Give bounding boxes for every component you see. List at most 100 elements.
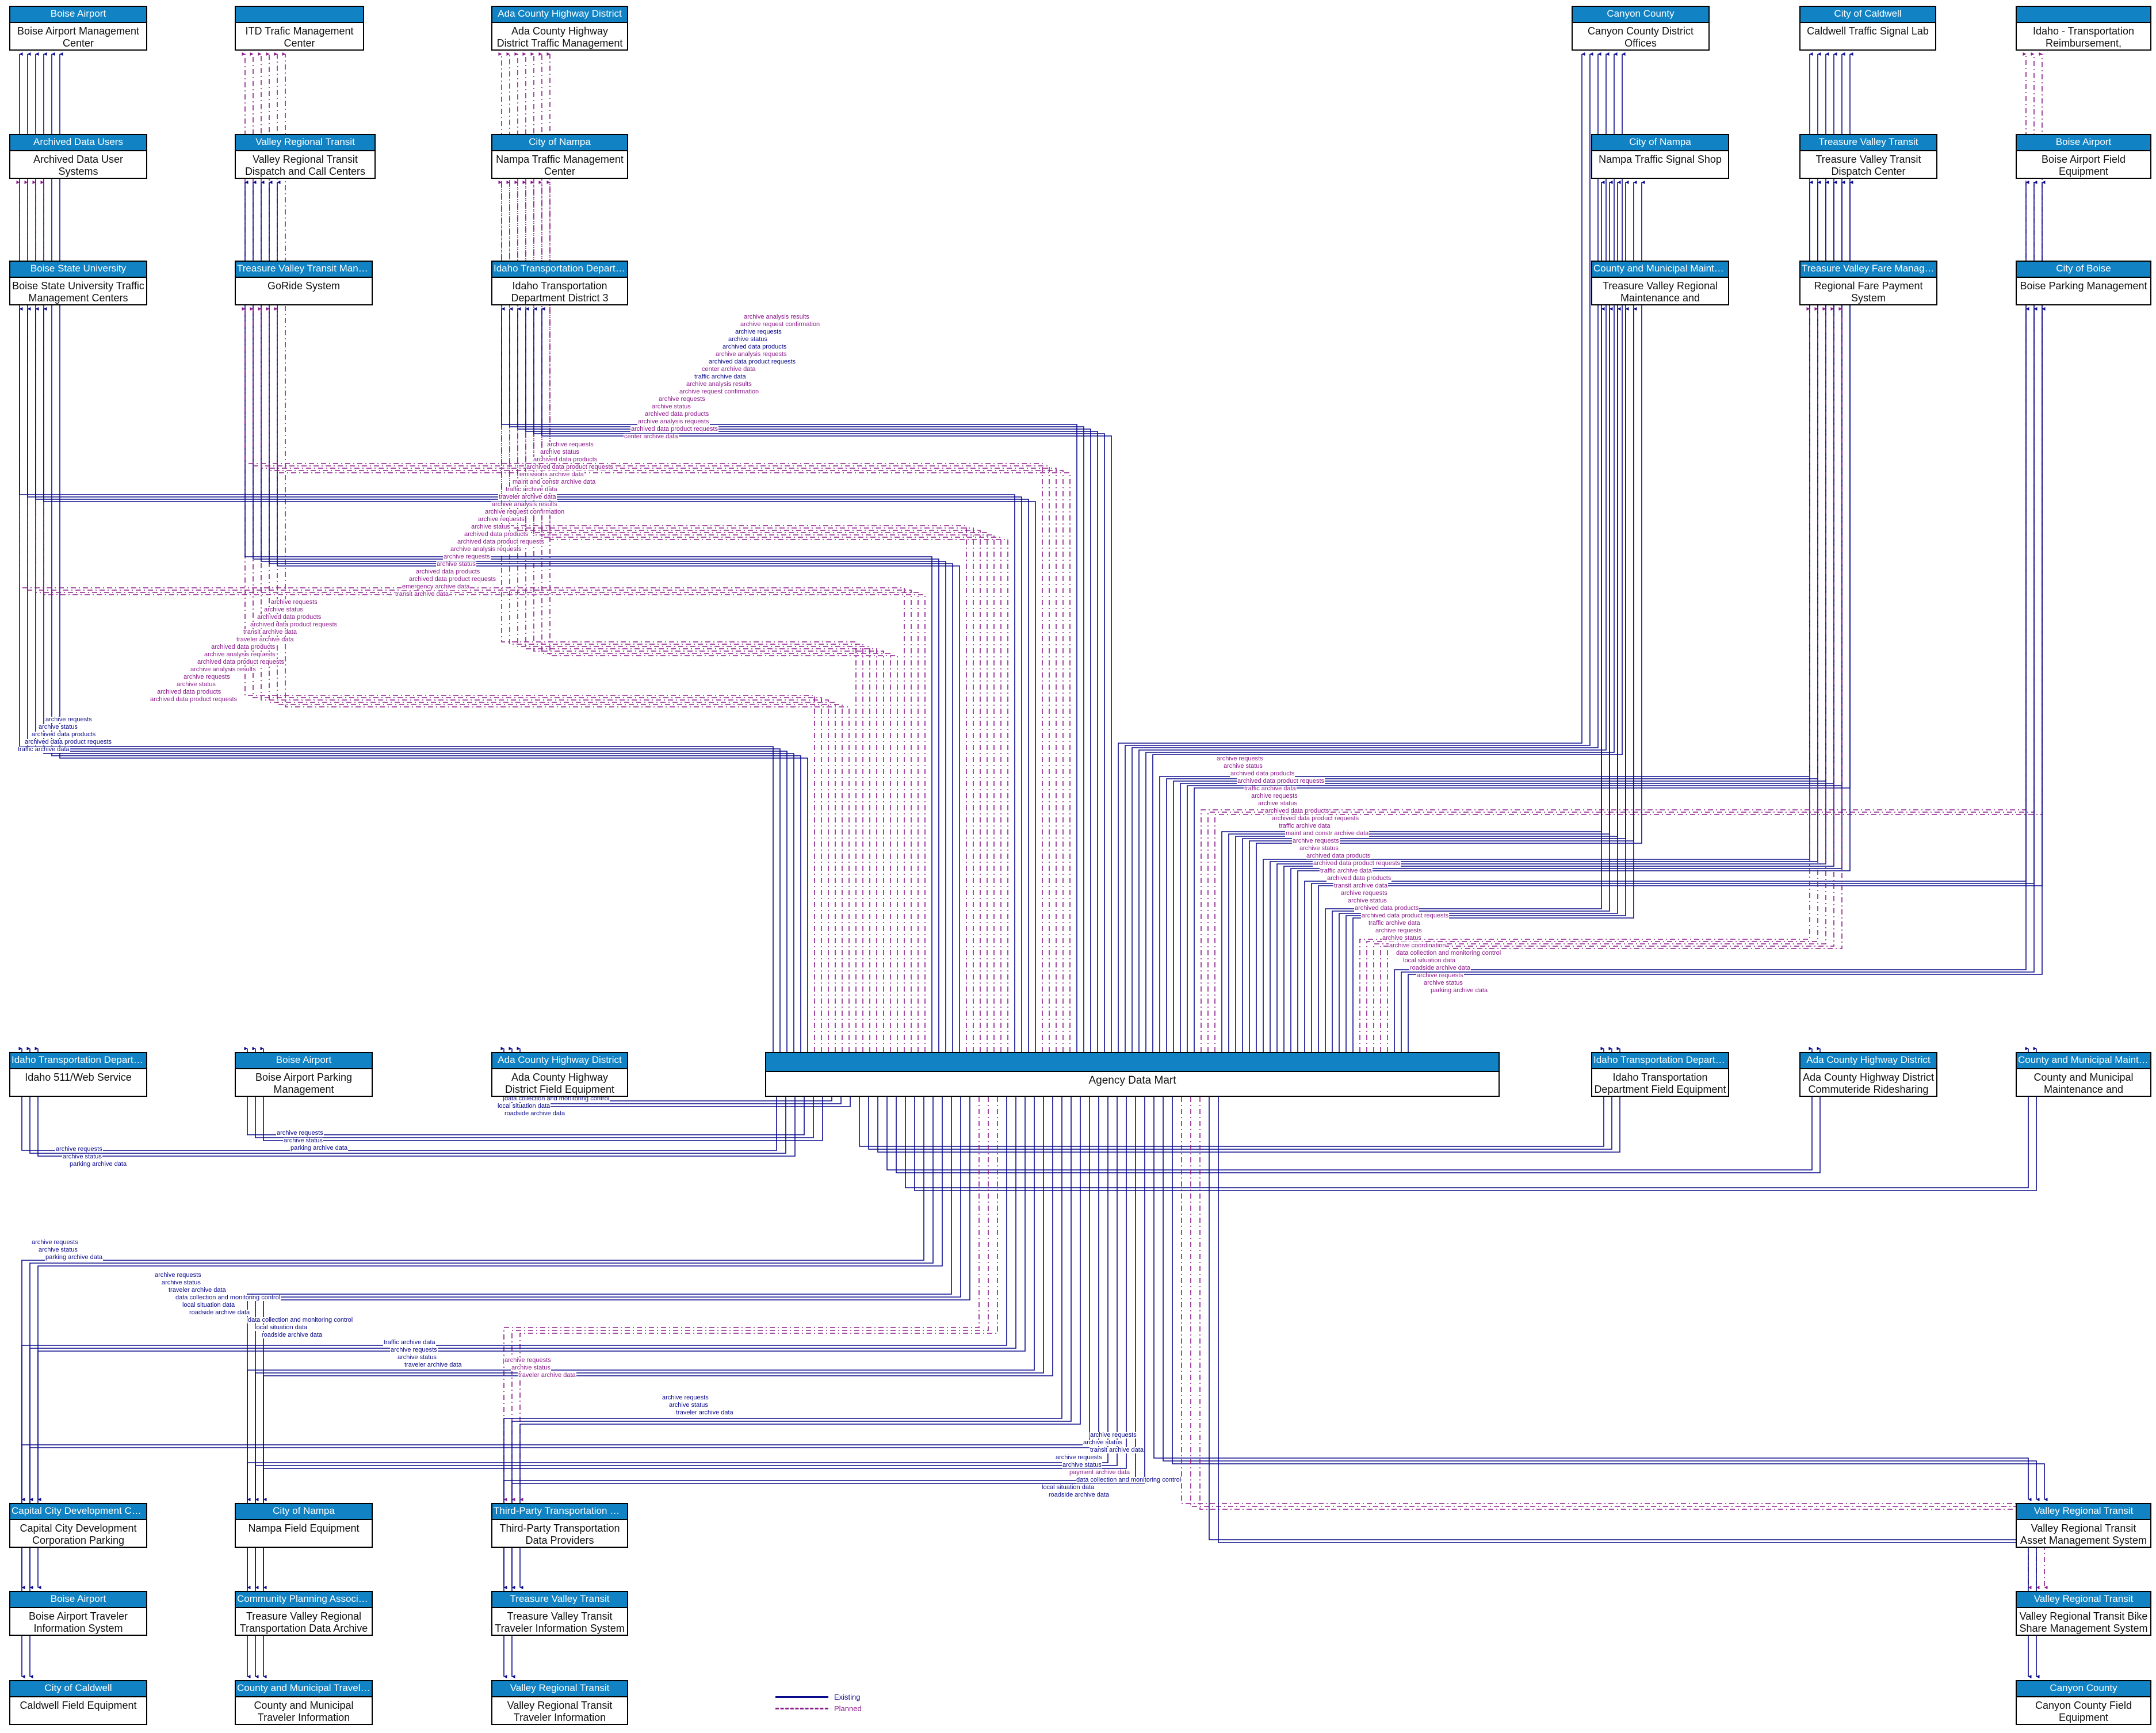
information-flow-line	[21, 1097, 924, 1501]
node-agency-data-mart[interactable]: Agency Data Mart	[765, 1052, 1500, 1097]
flow-label: archive status	[1299, 845, 1339, 852]
information-flow-line	[1180, 52, 1837, 1052]
node-achd-field-equipment[interactable]: Ada County Highway District Ada County H…	[491, 1052, 628, 1097]
flow-label: archived data product requests	[526, 464, 614, 470]
node-name: Caldwell Traffic Signal Lab	[1807, 25, 1929, 37]
flow-label: traffic archive data	[505, 486, 558, 493]
node-name: Nampa Field Equipment	[248, 1522, 360, 1534]
node-stakeholder: County and Municipal Maintenance a...	[1592, 262, 1728, 278]
information-flow-line	[282, 52, 850, 1052]
information-flow-line	[1152, 52, 1626, 1052]
node-achd-traffic-management-center[interactable]: Ada County Highway District Ada County H…	[491, 6, 628, 51]
node-tv-regional-transportation-data-archive[interactable]: Community Planning Association Treasure …	[235, 1591, 373, 1636]
information-flow-line	[546, 52, 898, 1052]
node-archived-data-user-systems[interactable]: Archived Data Users Archived Data User S…	[9, 134, 147, 179]
node-nampa-traffic-management-center[interactable]: City of Nampa Nampa Traffic Management C…	[491, 134, 628, 179]
node-tv-regional-maintenance-clearinghouse[interactable]: County and Municipal Maintenance a... Tr…	[1591, 261, 1729, 305]
node-name: Nampa Traffic Management Center	[496, 154, 624, 178]
information-flow-line	[274, 52, 843, 1052]
node-nampa-traffic-signal-shop[interactable]: City of Nampa Nampa Traffic Signal Shop	[1591, 134, 1729, 179]
legend-label-planned: Planned	[834, 1704, 862, 1713]
information-flow-line	[27, 307, 1022, 1052]
information-flow-line	[269, 181, 953, 1052]
node-itd-field-equipment[interactable]: Idaho Transportation Department - Di... …	[1591, 1052, 1729, 1097]
flow-label: archive status	[38, 724, 78, 730]
node-county-municipal-maintenance-shops[interactable]: County and Municipal Maintenance a... Co…	[2016, 1052, 2151, 1097]
information-flow-line	[1153, 1097, 2032, 1501]
node-name: Boise Airport Parking Management	[255, 1072, 353, 1096]
information-flow-line	[253, 181, 939, 1052]
node-vrt-asset-management-system[interactable]: Valley Regional Transit Valley Regional …	[2016, 1503, 2151, 1548]
node-name: Treasure Valley Regional Maintenance and…	[1602, 280, 1718, 304]
information-flow-line	[247, 1097, 1108, 1678]
node-boise-airport-traveler-information-system[interactable]: Boise Airport Boise Airport Traveler Inf…	[9, 1591, 147, 1636]
node-boise-airport-field-equipment[interactable]: Boise Airport Boise Airport Field Equipm…	[2016, 134, 2151, 179]
flow-label: traveler archive data	[498, 493, 557, 500]
node-vrt-dispatch-call-centers[interactable]: Valley Regional Transit Valley Regional …	[235, 134, 376, 179]
node-boise-parking-management[interactable]: City of Boise Boise Parking Management	[2016, 261, 2151, 305]
flow-label: archived data product requests	[150, 696, 238, 703]
node-name: Treasure Valley Transit Dispatch Center	[1815, 154, 1921, 178]
flow-label: archived data product requests	[1361, 912, 1450, 919]
node-tvt-dispatch-center[interactable]: Treasure Valley Transit Treasure Valley …	[1799, 134, 1937, 179]
information-flow-line	[511, 1097, 1145, 1678]
node-ccdc-parking-management[interactable]: Capital City Development Corporation Cap…	[9, 1503, 147, 1548]
flow-label: archive requests	[183, 674, 231, 680]
flow-label: archived data product requests	[457, 538, 545, 545]
node-county-municipal-traveler-information-systems[interactable]: County and Municipal Traveler Inform... …	[235, 1680, 373, 1725]
node-canyon-county-district-offices[interactable]: Canyon County Canyon County District Off…	[1572, 6, 1710, 51]
information-flow-line	[255, 1097, 1118, 1678]
information-flow-line	[258, 52, 829, 1052]
node-boise-airport-management-center[interactable]: Boise Airport Boise Airport Management C…	[9, 6, 147, 51]
node-itd-traffic-management-center[interactable]: ITD Trafic Management Center	[235, 6, 364, 51]
node-achd-commuteride-ridesharing-system[interactable]: Ada County Highway District Ada County H…	[1799, 1052, 1937, 1097]
node-idaho-trips[interactable]: Idaho - Transportation Reimbursement, In…	[2016, 6, 2151, 51]
flow-label: archive requests	[55, 1146, 103, 1153]
node-bsu-traffic-management-centers[interactable]: Boise State University Boise State Unive…	[9, 261, 147, 305]
node-caldwell-traffic-signal-lab[interactable]: City of Caldwell Caldwell Traffic Signal…	[1799, 6, 1936, 51]
node-tvt-traveler-information-system[interactable]: Treasure Valley Transit Treasure Valley …	[491, 1591, 628, 1636]
information-flow-line	[514, 181, 981, 1052]
node-canyon-county-field-equipment[interactable]: Canyon County Canyon County Field Equipm…	[2016, 1680, 2151, 1725]
information-flow-line	[29, 1097, 934, 1501]
flow-label: archive requests	[1375, 927, 1423, 934]
information-flow-line	[533, 307, 1105, 1052]
information-flow-line	[35, 52, 788, 1052]
node-vrt-bike-share-management-system[interactable]: Valley Regional Transit Valley Regional …	[2016, 1591, 2151, 1636]
flow-label: archive requests	[443, 553, 491, 560]
legend-item-existing: Existing	[775, 1692, 862, 1701]
information-flow-line	[1263, 181, 1813, 1052]
node-nampa-field-equipment[interactable]: City of Nampa Nampa Field Equipment	[235, 1503, 373, 1548]
node-boise-airport-parking-management[interactable]: Boise Airport Boise Airport Parking Mana…	[235, 1052, 373, 1097]
flow-label: archive analysis results	[190, 666, 257, 673]
node-name: Canyon County District Offices	[1587, 25, 1694, 49]
information-flow-line	[541, 307, 1112, 1052]
flow-label: emergency archive data	[402, 583, 471, 590]
node-caldwell-field-equipment[interactable]: City of Caldwell Caldwell Field Equipmen…	[9, 1680, 147, 1725]
legend: Existing Planned	[775, 1692, 862, 1715]
flow-label: archive status	[263, 606, 304, 613]
node-itd-district3-maintenance-shop[interactable]: Idaho Transportation Department - Di... …	[491, 261, 628, 305]
node-goride-system[interactable]: Treasure Valley Transit Management ... G…	[235, 261, 373, 305]
information-flow-line	[525, 307, 1098, 1052]
flow-label: roadside archive data	[1048, 1491, 1110, 1498]
flow-label: archived data products	[156, 688, 222, 695]
node-regional-fare-payment-system[interactable]: Treasure Valley Fare Management A... Reg…	[1799, 261, 1937, 305]
information-flow-line	[277, 181, 960, 1052]
flow-label: transit archive data	[395, 591, 449, 598]
information-flow-line	[1187, 52, 1845, 1052]
node-idaho-511-web-service[interactable]: Idaho Transportation Department - H... I…	[9, 1052, 147, 1097]
node-third-party-transportation-data-providers[interactable]: Third-Party Transportation Data Provi...…	[491, 1503, 628, 1548]
flow-label: roadside archive data	[261, 1332, 323, 1338]
node-stakeholder: Community Planning Association	[236, 1592, 372, 1608]
information-flow-line	[1172, 1097, 2048, 1501]
flow-label: archived data product requests	[408, 576, 497, 583]
flow-label: archived data product requests	[197, 659, 285, 665]
node-stakeholder: Ada County Highway District	[492, 7, 627, 23]
node-stakeholder: Treasure Valley Fare Management A...	[1801, 262, 1936, 278]
flow-label: archive requests	[390, 1346, 438, 1353]
information-flow-line	[506, 181, 974, 1052]
node-vrt-traveler-information-systems[interactable]: Valley Regional Transit Valley Regional …	[491, 1680, 628, 1725]
flow-label: archive status	[1083, 1439, 1123, 1446]
information-flow-line	[27, 52, 781, 1052]
